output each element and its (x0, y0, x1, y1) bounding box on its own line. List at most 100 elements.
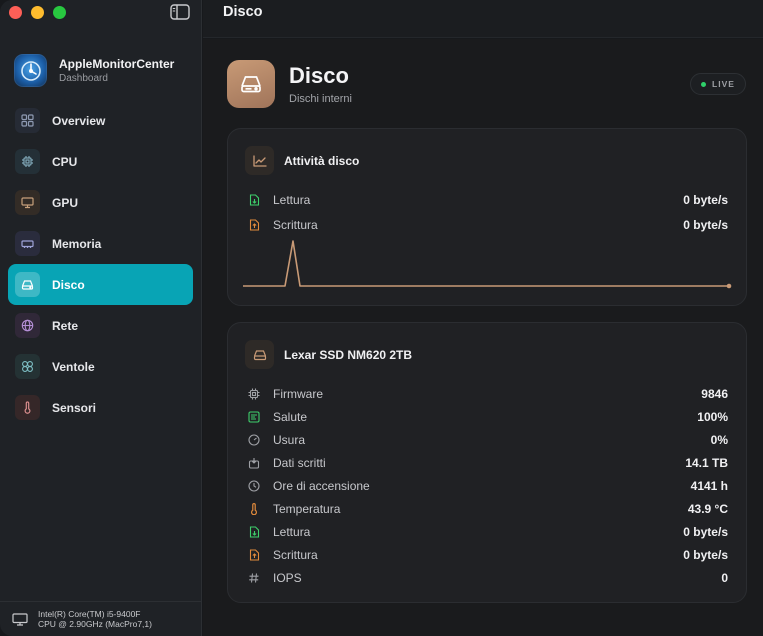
stat-value: 14.1 TB (685, 456, 728, 470)
stat-row: IOPS 0 (248, 568, 728, 588)
sidebar-item-overview[interactable]: Overview (8, 100, 193, 141)
minimize-window-button[interactable] (31, 6, 44, 19)
stat-row: Lettura 0 byte/s (248, 190, 728, 210)
app-brand: AppleMonitorCenter Dashboard (14, 54, 174, 87)
sidebar-item-label: Overview (52, 113, 106, 128)
stat-label: Scrittura (273, 548, 318, 562)
sidebar-nav: Overview CPU GPU Memoria Disco Rete Vent… (8, 100, 193, 428)
stat-value: 0 byte/s (683, 548, 728, 562)
app-logo-icon (14, 54, 47, 87)
stat-label: Firmware (273, 387, 323, 401)
sparkline-endpoint (726, 283, 732, 289)
display-icon (15, 190, 40, 215)
sidebar-item-sensori[interactable]: Sensori (8, 387, 193, 428)
stat-label: Ore di accensione (273, 479, 370, 493)
main-content: Disco Dischi interni LIVE Attività disco… (203, 39, 763, 636)
drive-details-card: Lexar SSD NM620 2TB Firmware 9846 Salute… (227, 322, 747, 603)
drive-icon (245, 340, 274, 369)
stat-row: Firmware 9846 (248, 384, 728, 404)
stat-value: 0 byte/s (683, 193, 728, 207)
stat-value: 43.9 °C (687, 502, 728, 516)
sidebar: AppleMonitorCenter Dashboard Overview CP… (0, 0, 202, 636)
chip-icon (15, 149, 40, 174)
file-upload-icon (248, 219, 260, 231)
app-subtitle: Dashboard (59, 73, 108, 84)
sidebar-item-disco[interactable]: Disco (8, 264, 193, 305)
stat-label: Lettura (273, 193, 311, 207)
stat-label: IOPS (273, 571, 302, 585)
sidebar-item-gpu[interactable]: GPU (8, 182, 193, 223)
stat-row: Lettura 0 byte/s (248, 522, 728, 542)
sidebar-item-label: GPU (52, 195, 79, 210)
stat-label: Lettura (273, 525, 311, 539)
file-upload-icon (248, 549, 260, 561)
stat-row: Usura 0% (248, 430, 728, 450)
window-controls (9, 6, 66, 19)
sidebar-item-label: Ventole (52, 359, 95, 374)
stat-row: Temperatura 43.9 °C (248, 499, 728, 519)
globe-icon (15, 313, 40, 338)
memory-icon (15, 231, 40, 256)
live-label: LIVE (712, 79, 735, 89)
toolbar: Disco (203, 0, 763, 38)
stat-value: 0 byte/s (683, 218, 728, 232)
stat-value: 0 byte/s (683, 525, 728, 539)
close-window-button[interactable] (9, 6, 22, 19)
drive-icon (15, 272, 40, 297)
stat-value: 0 (721, 571, 728, 585)
sidebar-item-cpu[interactable]: CPU (8, 141, 193, 182)
fan-icon (15, 354, 40, 379)
sidebar-item-label: Rete (52, 318, 79, 333)
hash-icon (248, 572, 260, 584)
stat-row: Ore di accensione 4141 h (248, 476, 728, 496)
sidebar-item-label: CPU (52, 154, 78, 169)
disk-activity-card: Attività disco Lettura 0 byte/s Scrittur… (227, 128, 747, 306)
card-title: Lexar SSD NM620 2TB (284, 347, 413, 362)
stat-row: Salute 100% (248, 407, 728, 427)
sidebar-item-label: Memoria (52, 236, 102, 251)
page-subtitle: Dischi interni (289, 93, 352, 105)
system-info: Intel(R) Core(TM) i5-9400F CPU @ 2.90GHz… (0, 601, 202, 636)
stat-label: Salute (273, 410, 308, 424)
sidebar-item-rete[interactable]: Rete (8, 305, 193, 346)
live-indicator-icon (701, 81, 707, 87)
gauge-icon (248, 434, 260, 446)
chip-icon (248, 388, 260, 400)
stat-value: 9846 (701, 387, 728, 401)
grid-icon (15, 108, 40, 133)
thermometer-icon (15, 395, 40, 420)
health-icon (248, 411, 260, 423)
system-cpu-line2: CPU @ 2.90GHz (MacPro7,1) (38, 619, 152, 629)
stat-value: 0% (710, 433, 728, 447)
system-cpu-line1: Intel(R) Core(TM) i5-9400F (38, 609, 141, 619)
sidebar-item-ventole[interactable]: Ventole (8, 346, 193, 387)
sidebar-item-memoria[interactable]: Memoria (8, 223, 193, 264)
clock-icon (248, 480, 260, 492)
sidebar-item-label: Sensori (52, 400, 97, 415)
sparkline-series (243, 240, 729, 287)
stat-value: 4141 h (690, 479, 728, 493)
stat-row: Dati scritti 14.1 TB (248, 453, 728, 473)
thermometer-icon (248, 503, 260, 515)
file-download-icon (248, 194, 260, 206)
stat-value: 100% (697, 410, 728, 424)
card-title: Attività disco (284, 153, 360, 168)
stat-label: Scrittura (273, 218, 318, 232)
chart-line-icon (245, 146, 274, 175)
live-badge: LIVE (690, 73, 746, 95)
sidebar-toggle-icon[interactable] (170, 4, 190, 20)
stat-row: Scrittura 0 byte/s (248, 215, 728, 235)
page-title: Disco (289, 63, 349, 88)
file-download-icon (248, 526, 260, 538)
stat-label: Temperatura (273, 502, 341, 516)
drive-icon (227, 60, 275, 108)
app-name: AppleMonitorCenter (59, 57, 175, 71)
sidebar-item-label: Disco (52, 277, 85, 292)
disk-activity-sparkline (243, 240, 732, 289)
write-icon (248, 457, 260, 469)
zoom-window-button[interactable] (53, 6, 66, 19)
window-title: Disco (223, 4, 263, 20)
stat-label: Dati scritti (273, 456, 326, 470)
stat-row: Scrittura 0 byte/s (248, 545, 728, 565)
stat-label: Usura (273, 433, 306, 447)
